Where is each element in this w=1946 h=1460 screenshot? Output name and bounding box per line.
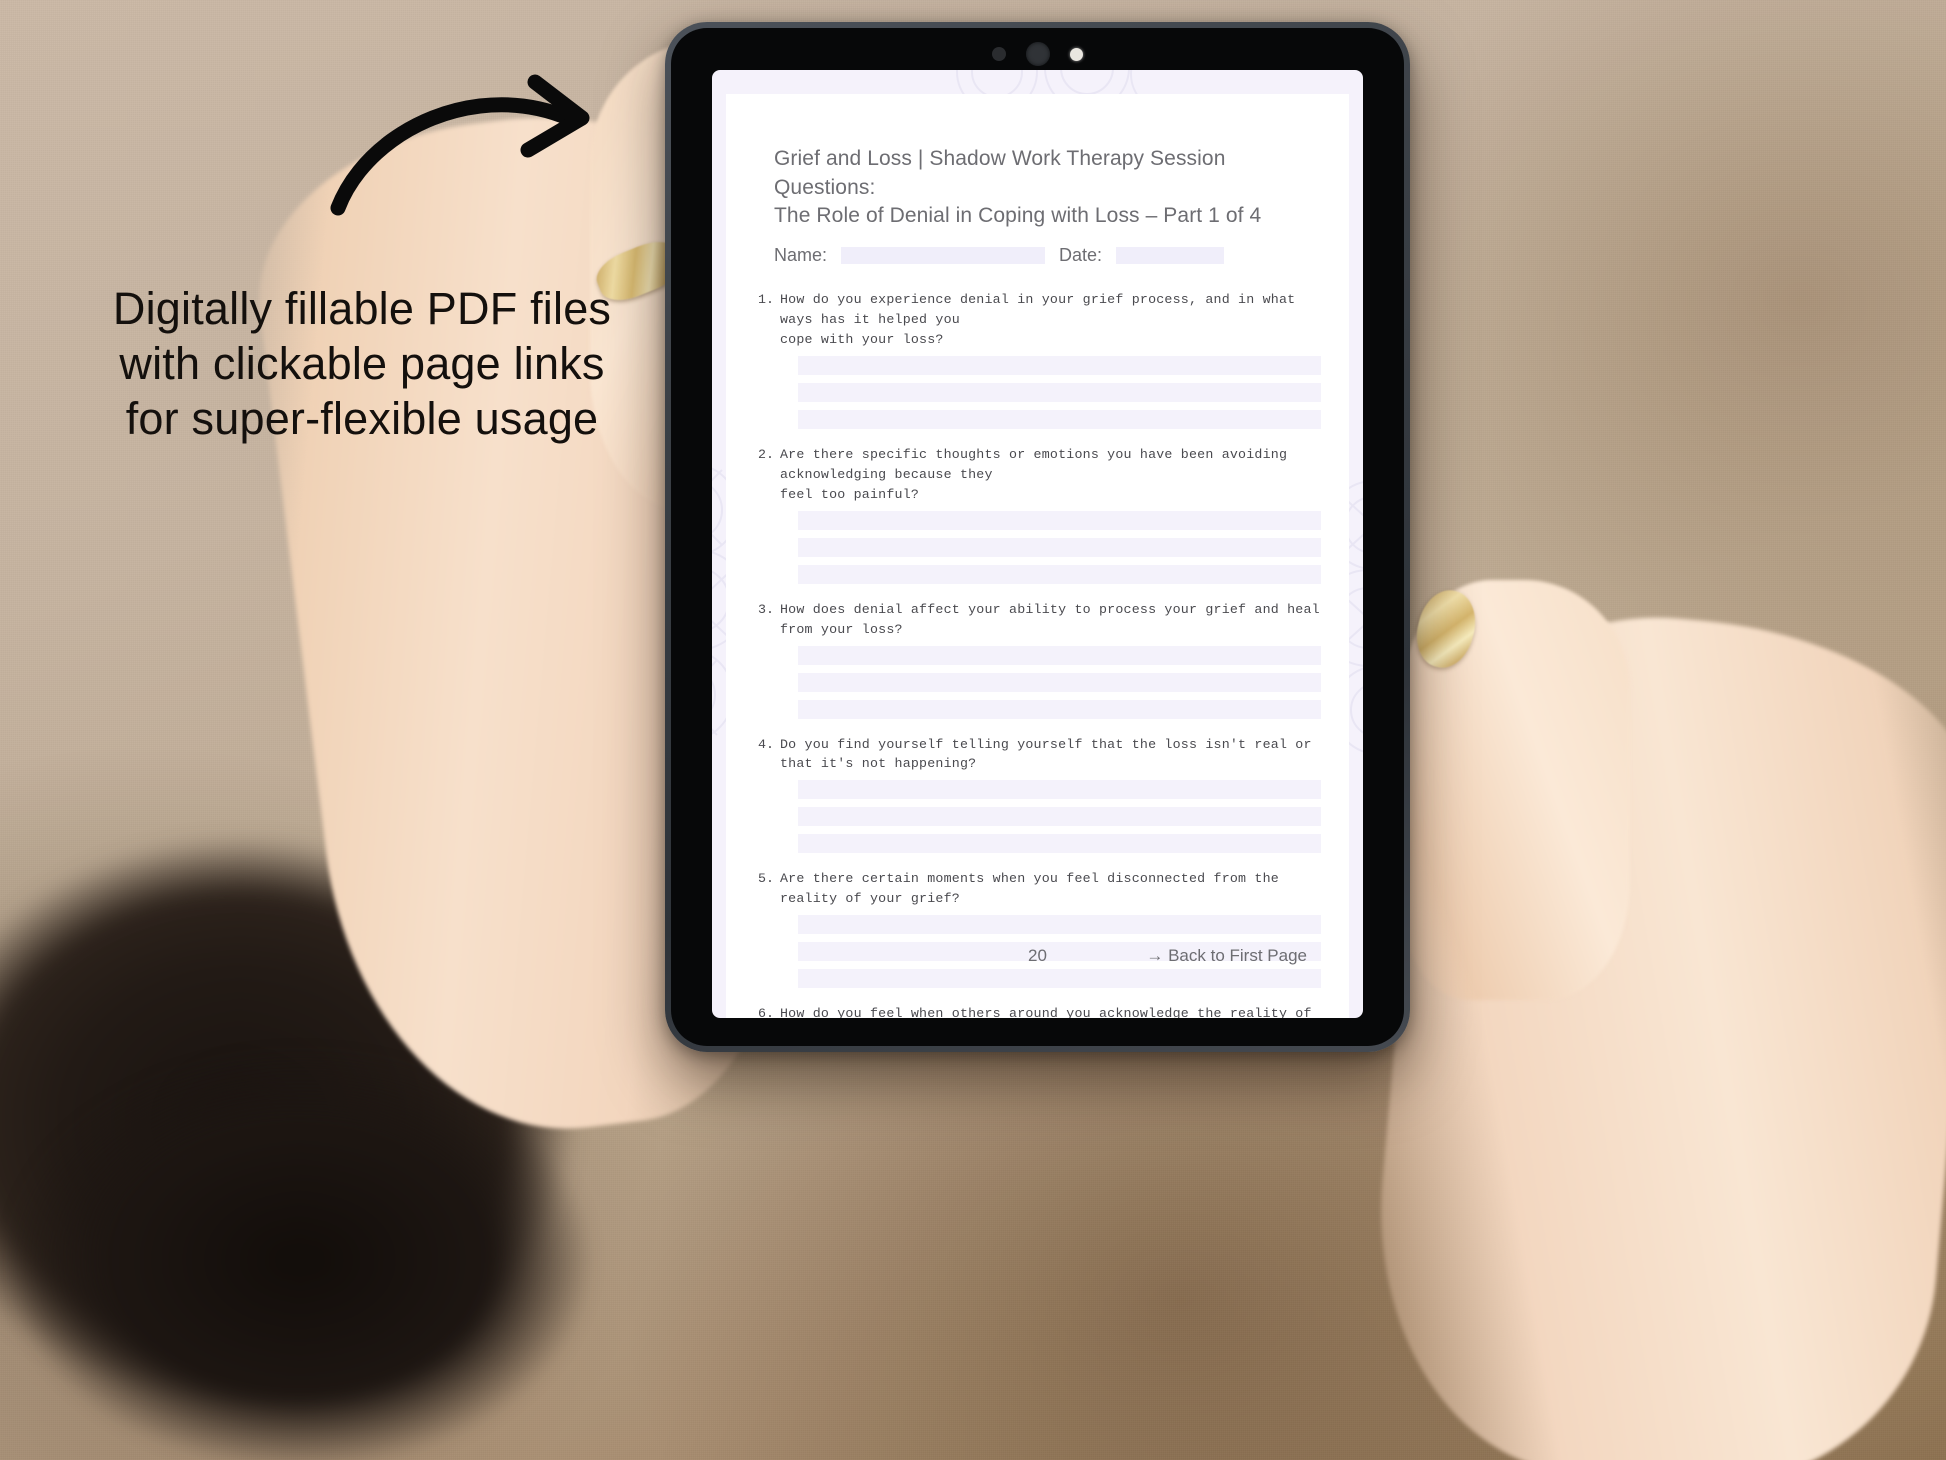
- name-label: Name:: [774, 245, 828, 265]
- date-label: Date:: [1059, 245, 1103, 265]
- answer-input-line[interactable]: [798, 382, 1321, 402]
- question-text: How do you feel when others around you a…: [780, 1006, 1312, 1018]
- question-item: 3. How does denial affect your ability to…: [756, 600, 1321, 719]
- question-row: 4. Do you find yourself telling yourself …: [756, 735, 1321, 775]
- headline-line-2: with clickable page links: [119, 337, 605, 389]
- camera-cluster: [671, 42, 1404, 66]
- question-number: 3.: [758, 601, 774, 617]
- answer-input-line[interactable]: [798, 672, 1321, 692]
- question-item: 2. Are there specific thoughts or emotion…: [756, 445, 1321, 584]
- answer-input-line[interactable]: [798, 915, 1321, 935]
- curved-arrow-right-icon: [330, 70, 620, 220]
- answer-field-group: [798, 510, 1321, 584]
- question-text: Do you find yourself telling yourself th…: [780, 736, 1312, 772]
- question-text: How do you experience denial in your gri…: [780, 292, 1296, 347]
- headline-line-1: Digitally fillable PDF files: [112, 283, 612, 334]
- question-item: 4. Do you find yourself telling yourself …: [756, 735, 1321, 854]
- answer-input-line[interactable]: [798, 834, 1321, 854]
- name-date-row: Name: Date:: [774, 245, 1225, 266]
- answer-input-line[interactable]: [798, 510, 1321, 530]
- question-row: 3. How does denial affect your ability to…: [756, 600, 1321, 640]
- answer-input-line[interactable]: [798, 409, 1321, 429]
- answer-field-group: [798, 645, 1321, 719]
- answer-input-line[interactable]: [798, 355, 1321, 375]
- answer-input-line[interactable]: [798, 780, 1321, 800]
- page-title: Grief and Loss | Shadow Work Therapy Ses…: [774, 145, 1309, 231]
- question-number: 5.: [758, 871, 774, 887]
- question-row: 6. How do you feel when others around you…: [756, 1004, 1321, 1018]
- back-to-first-page-link[interactable]: → Back to First Page: [1146, 946, 1307, 966]
- question-number: 2.: [758, 446, 774, 462]
- name-input[interactable]: [841, 247, 1046, 264]
- sensor-dot-icon: [992, 47, 1006, 61]
- question-number: 1.: [758, 292, 774, 307]
- tablet-device: Grief and Loss | Shadow Work Therapy Ses…: [665, 22, 1410, 1052]
- tablet-bezel: Grief and Loss | Shadow Work Therapy Ses…: [671, 28, 1404, 1046]
- question-text: How does denial affect your ability to p…: [780, 601, 1320, 637]
- answer-input-line[interactable]: [798, 564, 1321, 584]
- document-page: Grief and Loss | Shadow Work Therapy Ses…: [726, 94, 1349, 1018]
- question-item: 6. How do you feel when others around you…: [756, 1004, 1321, 1018]
- question-item: 1. How do you experience denial in your g…: [756, 290, 1321, 429]
- question-text: Are there certain moments when you feel …: [780, 871, 1279, 907]
- answer-input-line[interactable]: [798, 807, 1321, 827]
- doc-title-line-2: The Role of Denial in Coping with Loss –…: [774, 204, 1262, 228]
- tablet-screen[interactable]: Grief and Loss | Shadow Work Therapy Ses…: [712, 70, 1363, 1018]
- question-list: 1. How do you experience denial in your g…: [756, 290, 1321, 1018]
- doc-title-line-1: Grief and Loss | Shadow Work Therapy Ses…: [774, 147, 1226, 199]
- answer-input-line[interactable]: [798, 537, 1321, 557]
- promo-headline: Digitally fillable PDF files with clicka…: [62, 282, 662, 447]
- question-row: 2. Are there specific thoughts or emotion…: [756, 445, 1321, 505]
- question-number: 4.: [758, 736, 774, 752]
- answer-field-group: [798, 355, 1321, 429]
- question-row: 1. How do you experience denial in your g…: [756, 290, 1321, 350]
- answer-field-group: [798, 780, 1321, 854]
- date-input[interactable]: [1116, 247, 1225, 264]
- question-text: Are there specific thoughts or emotions …: [780, 446, 1288, 502]
- answer-input-line[interactable]: [798, 699, 1321, 719]
- page-footer: 20 → Back to First Page: [726, 946, 1349, 970]
- camera-lens-icon: [1026, 42, 1050, 66]
- question-number: 6.: [758, 1006, 774, 1018]
- question-item: 5. Are there certain moments when you fee…: [756, 869, 1321, 989]
- headline-line-3: for super-flexible usage: [125, 392, 599, 444]
- answer-input-line[interactable]: [798, 645, 1321, 665]
- question-row: 5. Are there certain moments when you fee…: [756, 869, 1321, 909]
- answer-input-line[interactable]: [798, 969, 1321, 989]
- flash-dot-icon: [1070, 47, 1083, 61]
